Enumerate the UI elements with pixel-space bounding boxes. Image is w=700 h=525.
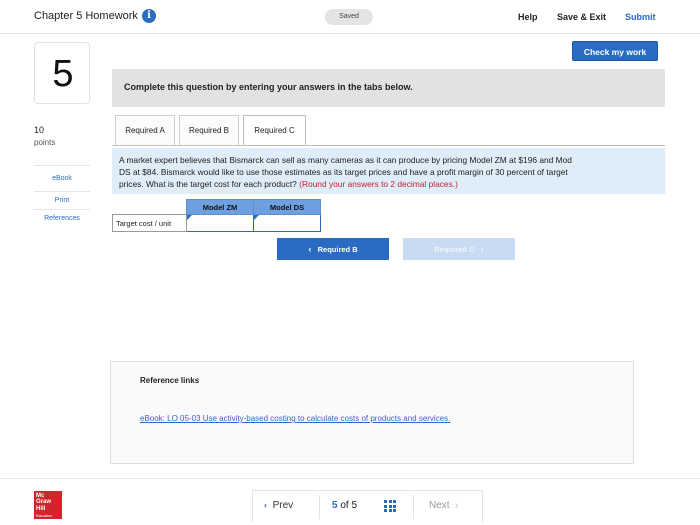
tab-required-b[interactable]: Required B bbox=[179, 115, 239, 145]
prompt-line-2: DS at $84. Bismarck would like to use th… bbox=[119, 167, 568, 177]
row-label-target-cost: Target cost / unit bbox=[112, 214, 187, 232]
logo-line-2: Graw bbox=[36, 499, 52, 506]
top-header: Chapter 5 Homework i Saved Help Save & E… bbox=[0, 0, 700, 34]
submit-link[interactable]: Submit bbox=[625, 12, 656, 22]
prev-required-label: Required B bbox=[317, 245, 358, 254]
saved-status-badge: Saved bbox=[325, 9, 373, 25]
points-value: 10 bbox=[34, 125, 45, 135]
current-question: 5 bbox=[332, 500, 338, 511]
sidebar-item-references[interactable]: References bbox=[34, 210, 90, 228]
instruction-text: Complete this question by entering your … bbox=[124, 82, 413, 92]
prev-label: Prev bbox=[272, 500, 294, 511]
table-corner bbox=[112, 199, 187, 215]
ebook-reference-link[interactable]: eBook: LO 05-03 Use activity-based costi… bbox=[140, 414, 450, 423]
points-label: points bbox=[34, 138, 56, 147]
tab-required-a[interactable]: Required A bbox=[115, 115, 175, 145]
save-exit-link[interactable]: Save & Exit bbox=[557, 12, 606, 22]
tab-required-c[interactable]: Required C bbox=[243, 115, 306, 146]
input-marker-icon bbox=[187, 215, 192, 220]
column-header-model-zm: Model ZM bbox=[186, 199, 254, 215]
chevron-left-icon: ‹ bbox=[264, 500, 267, 510]
model-ds-target-cost-input[interactable] bbox=[254, 215, 320, 231]
model-zm-target-cost-input[interactable] bbox=[187, 215, 253, 231]
rounding-hint: (Round your answers to 2 decimal places.… bbox=[299, 179, 458, 189]
next-question-button[interactable]: Next › bbox=[429, 500, 458, 511]
question-sidebar: eBook Print References bbox=[34, 165, 90, 228]
next-required-label: Required C bbox=[434, 245, 475, 254]
total-questions: 5 bbox=[351, 500, 358, 511]
mcgraw-hill-logo: Mc Graw Hill Education bbox=[34, 491, 62, 519]
prompt-line-1: A market expert believes that Bismarck c… bbox=[119, 155, 572, 165]
prompt-line-3-text: prices. What is the target cost for each… bbox=[119, 179, 297, 189]
prev-question-button[interactable]: ‹ Prev bbox=[264, 500, 293, 511]
chevron-right-icon: › bbox=[480, 244, 484, 254]
question-number: 5 bbox=[52, 53, 74, 95]
assignment-title: Chapter 5 Homework bbox=[34, 10, 138, 22]
info-icon[interactable]: i bbox=[142, 9, 156, 23]
prev-required-button[interactable]: ‹ Required B bbox=[277, 238, 389, 260]
column-header-model-ds: Model DS bbox=[253, 199, 321, 215]
question-number-box: 5 bbox=[34, 42, 90, 104]
question-prompt: A market expert believes that Bismarck c… bbox=[119, 154, 665, 190]
check-my-work-button[interactable]: Check my work bbox=[572, 41, 658, 61]
reference-links-box: Reference links eBook: LO 05-03 Use acti… bbox=[110, 361, 634, 464]
logo-line-1: Mc bbox=[36, 493, 45, 499]
table-row: Target cost / unit bbox=[112, 214, 321, 232]
question-pager: ‹ Prev 5 of 5 Next › bbox=[252, 490, 483, 522]
model-ds-cell[interactable] bbox=[253, 214, 321, 232]
instruction-banner: Complete this question by entering your … bbox=[112, 69, 665, 107]
footer-divider bbox=[0, 478, 700, 479]
prompt-line-3: prices. What is the target cost for each… bbox=[119, 178, 665, 190]
answer-table: Model ZM Model DS Target cost / unit bbox=[112, 199, 321, 232]
next-label: Next bbox=[429, 500, 450, 511]
sidebar-item-ebook[interactable]: eBook bbox=[34, 166, 90, 192]
model-zm-cell[interactable] bbox=[186, 214, 254, 232]
tab-divider bbox=[112, 145, 665, 146]
page-indicator: 5 of 5 bbox=[332, 500, 357, 511]
help-link[interactable]: Help bbox=[518, 12, 538, 22]
sidebar-item-print[interactable]: Print bbox=[34, 192, 90, 210]
pager-divider bbox=[319, 495, 320, 519]
chevron-right-icon: › bbox=[455, 500, 459, 510]
pager-divider bbox=[413, 495, 414, 519]
of-label: of bbox=[340, 500, 349, 511]
chevron-left-icon: ‹ bbox=[308, 244, 312, 254]
next-required-button: Required C › bbox=[403, 238, 515, 260]
reference-links-title: Reference links bbox=[140, 376, 200, 385]
grid-view-icon[interactable] bbox=[384, 500, 396, 512]
logo-subtitle: Education bbox=[36, 514, 52, 519]
question-prompt-panel: A market expert believes that Bismarck c… bbox=[112, 148, 665, 194]
logo-line-3: Hill bbox=[36, 505, 46, 512]
input-marker-icon bbox=[254, 215, 259, 220]
